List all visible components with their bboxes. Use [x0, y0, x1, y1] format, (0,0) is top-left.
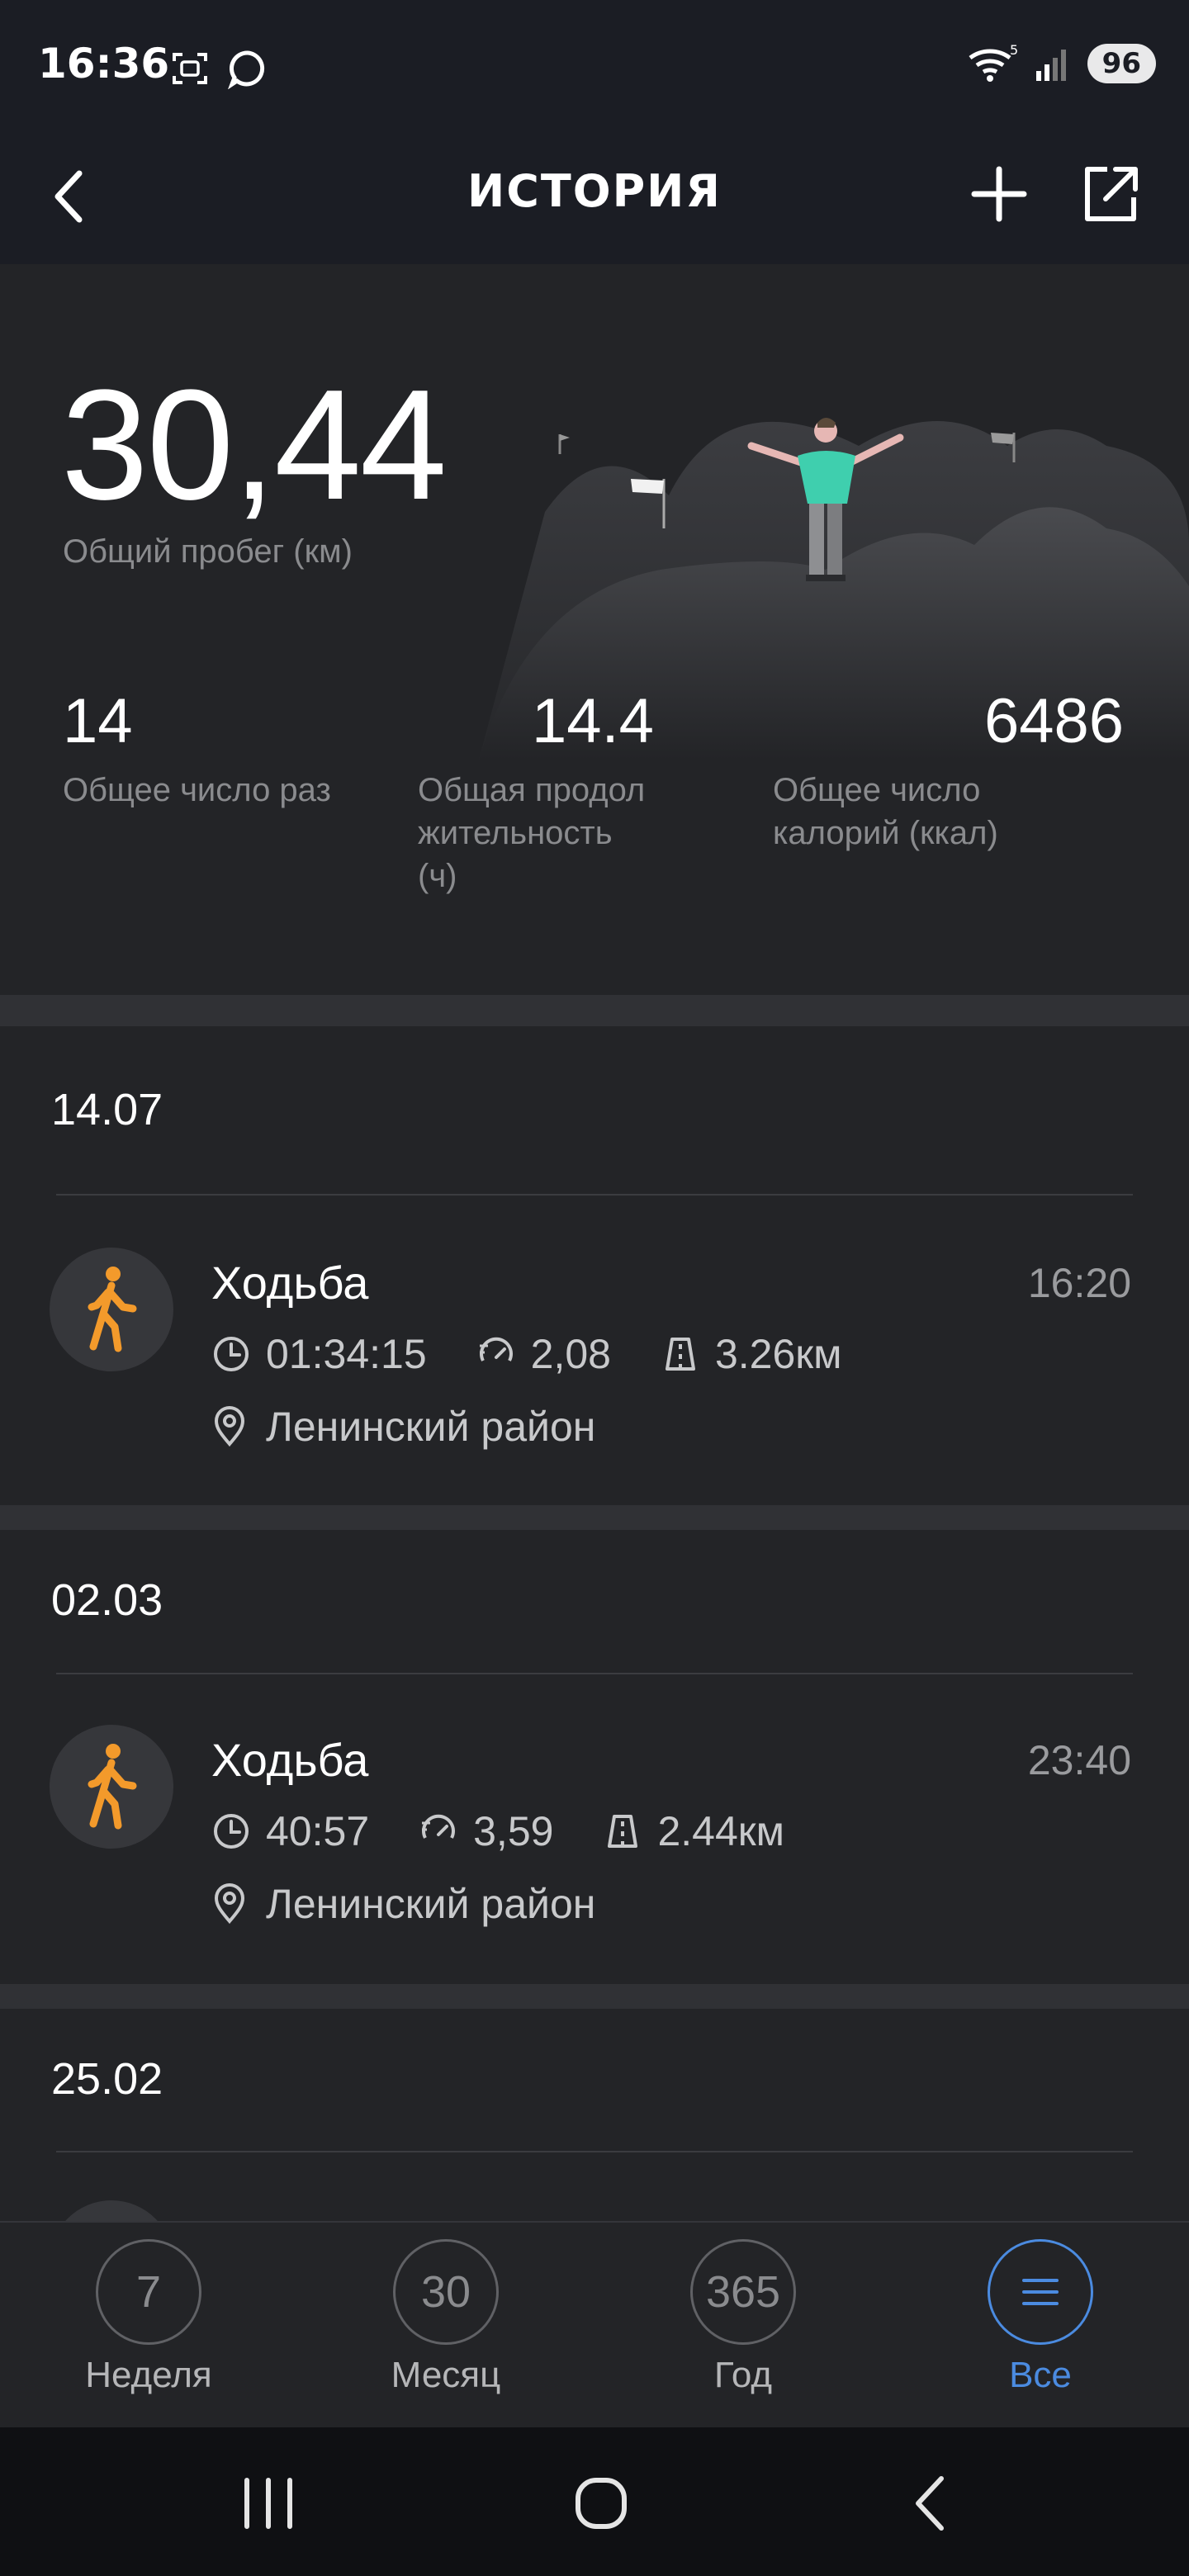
status-icons-left: [169, 48, 268, 89]
tab-all[interactable]: Все: [941, 2239, 1139, 2396]
activity-metrics: 40:57 3,59 2.44км: [211, 1807, 834, 1855]
stat-label-line: Общая продол: [418, 772, 646, 808]
pace-value: 2,08: [530, 1331, 611, 1377]
status-icons-right: 5 96: [967, 43, 1156, 84]
status-bar: 16:36 5 96: [0, 0, 1189, 132]
activity-title: Ходьба: [211, 1257, 369, 1309]
location-value: Ленинский район: [266, 1404, 596, 1450]
section-divider: [0, 995, 1189, 1026]
activity-location: Ленинский район: [211, 1403, 595, 1451]
location-pin-icon: [214, 1883, 245, 1925]
distance-metric: 2.44км: [603, 1807, 784, 1855]
road-icon: [608, 1815, 638, 1848]
history-section: 02.03 Ходьба 23:40 40:57 3,59 2.44км Лен…: [0, 1530, 1189, 1984]
walking-icon: [50, 2200, 173, 2221]
section-date: 14.07: [51, 1085, 163, 1134]
stat-total-duration: 14.4 Общая продол жительность (ч): [418, 685, 654, 897]
section-divider: [0, 1984, 1189, 2009]
stat-label-line: жительность: [418, 815, 613, 851]
total-distance-label: Общий пробег (км): [63, 533, 353, 570]
section-date: 25.02: [51, 2054, 163, 2104]
speedometer-icon: [479, 1337, 513, 1361]
distance-metric: 3.26км: [661, 1330, 842, 1378]
activity-location: Ленинский район: [211, 1880, 595, 1928]
stat-value: 14.4: [532, 686, 654, 756]
stat-label: Общая продол жительность (ч): [418, 769, 654, 897]
clock-icon: [214, 1814, 249, 1849]
walking-icon: [50, 1248, 173, 1371]
stat-label-line: калорий (ккал): [773, 815, 998, 851]
activity-time: 16:20: [1027, 1260, 1131, 1306]
share-icon[interactable]: [1078, 161, 1144, 227]
section-separator: [56, 1194, 1133, 1196]
duration-metric: 40:57: [211, 1807, 369, 1855]
stat-total-calories: 6486 Общее число калорий (ккал): [773, 685, 1124, 855]
pace-metric: 3,59: [419, 1807, 553, 1855]
chat-bubble-icon: [228, 50, 265, 89]
signal-icon: [1035, 50, 1066, 81]
tab-month[interactable]: 30 Месяц: [347, 2239, 545, 2396]
tab-week-label: Неделя: [85, 2355, 212, 2395]
plus-icon[interactable]: [966, 161, 1032, 227]
recent-apps-icon[interactable]: [235, 2470, 301, 2536]
list-icon: [988, 2239, 1093, 2345]
home-icon[interactable]: [568, 2470, 634, 2536]
location-value: Ленинский район: [266, 1881, 596, 1927]
stat-total-count: 14 Общее число раз: [63, 685, 331, 812]
pace-metric: 2,08: [476, 1330, 611, 1378]
battery-icon: 96: [1087, 44, 1156, 83]
system-back-icon[interactable]: [900, 2470, 966, 2536]
distance-value: 3.26км: [714, 1331, 842, 1377]
tab-year[interactable]: 365 Год: [644, 2239, 842, 2396]
section-divider: [0, 1505, 1189, 1530]
duration-value: 40:57: [266, 1808, 370, 1854]
screenshot-icon: [173, 53, 207, 84]
duration-value: 01:34:15: [266, 1331, 427, 1377]
pace-value: 3,59: [473, 1808, 554, 1854]
status-time: 16:36: [38, 40, 170, 88]
section-separator: [56, 2151, 1133, 2152]
stat-label-line: (ч): [418, 858, 457, 894]
svg-text:5: 5: [1010, 43, 1018, 58]
history-section: 25.02: [0, 2009, 1189, 2221]
activity-item[interactable]: Ходьба 23:40 40:57 3,59 2.44км Ленинский…: [0, 1725, 1189, 1939]
road-icon: [665, 1338, 695, 1371]
activity-time: 23:40: [1027, 1737, 1131, 1783]
history-section: 14.07 Ходьба 16:20 01:34:15 2,08 3.26км: [0, 1026, 1189, 1505]
section-date: 02.03: [51, 1575, 163, 1625]
speedometer-icon: [422, 1814, 456, 1839]
tab-month-label: Месяц: [391, 2355, 501, 2395]
tab-year-label: Год: [713, 2355, 773, 2395]
clock-icon: [214, 1337, 249, 1371]
stat-label: Общее число калорий (ккал): [773, 769, 1124, 855]
distance-value: 2.44км: [657, 1808, 785, 1854]
system-navigation-bar: [0, 2427, 1189, 2576]
location-pin-icon: [214, 1406, 245, 1447]
tab-week[interactable]: 7 Неделя: [50, 2239, 248, 2396]
period-tab-bar: 7 Неделя 30 Месяц 365 Год Все: [0, 2221, 1189, 2427]
section-separator: [56, 1673, 1133, 1674]
tab-month-number: 30: [393, 2239, 499, 2345]
summary-panel: 30,44 Общий пробег (км) 14 Общее число р…: [0, 264, 1189, 995]
tab-all-label: Все: [1009, 2355, 1072, 2395]
tab-year-number: 365: [690, 2239, 796, 2345]
activity-item[interactable]: Ходьба 16:20 01:34:15 2,08 3.26км Ленинс…: [0, 1248, 1189, 1462]
stat-value: 6486: [984, 686, 1125, 756]
tab-week-number: 7: [96, 2239, 201, 2345]
stat-value: 14: [63, 686, 133, 756]
total-distance-value: 30,44: [61, 358, 447, 533]
activity-metrics: 01:34:15 2,08 3.26км: [211, 1330, 892, 1378]
stat-label-line: Общее число: [773, 772, 981, 808]
walking-icon: [50, 1725, 173, 1849]
activity-title: Ходьба: [211, 1734, 369, 1786]
duration-metric: 01:34:15: [211, 1330, 427, 1378]
stat-label-line: Общее число раз: [63, 772, 331, 808]
wifi-icon: 5: [969, 43, 1018, 82]
stat-label: Общее число раз: [63, 769, 331, 812]
